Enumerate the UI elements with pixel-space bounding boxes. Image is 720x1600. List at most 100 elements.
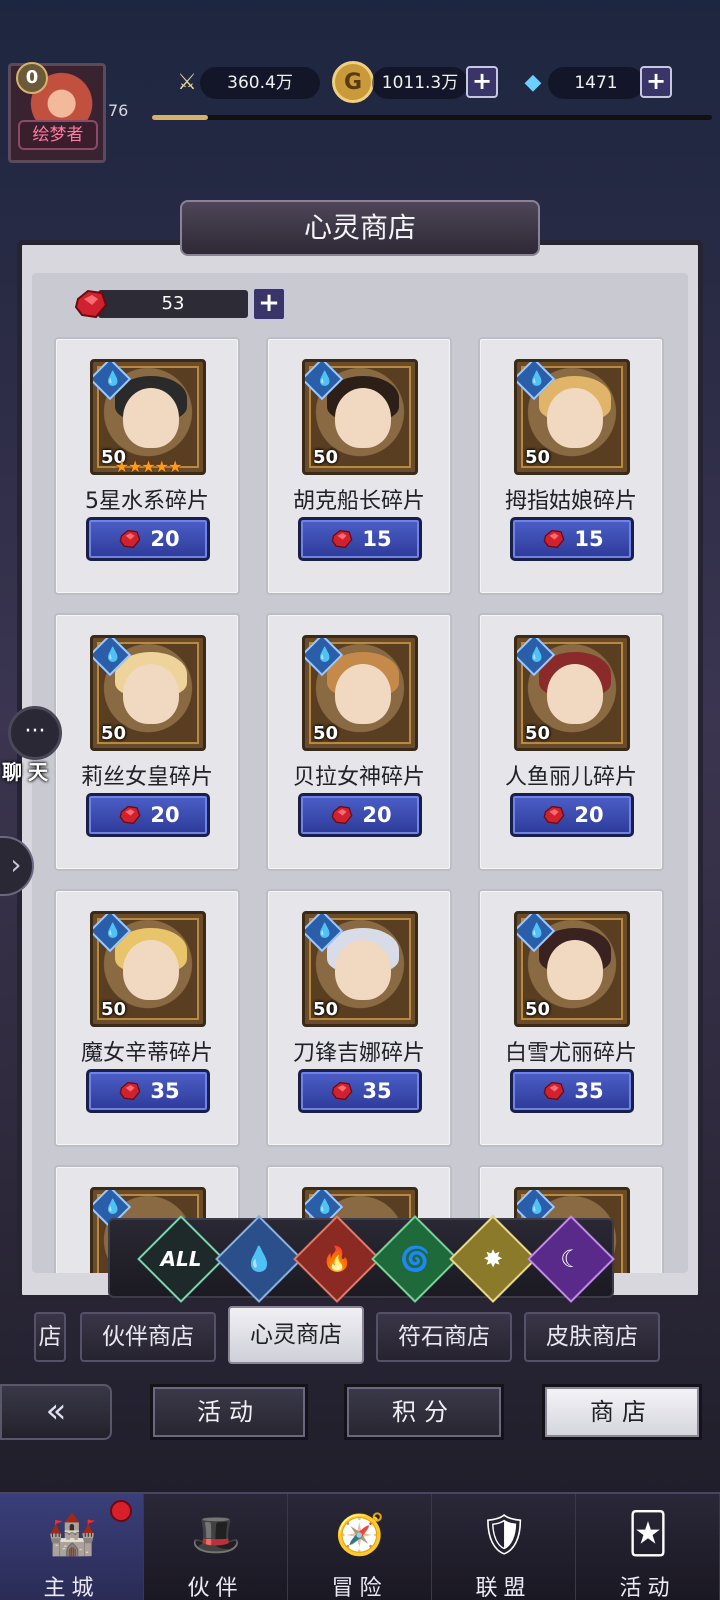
filter-all-button[interactable]: ALL: [137, 1215, 225, 1303]
nav-label: 主城: [43, 1576, 100, 1600]
item-price: 15: [362, 527, 392, 551]
shop-panel: 53 + 💧 50 ★★★★★ 5星水系碎片 20 💧 50 胡克船长碎片 15 💧 50 拇指姑娘碎…: [17, 240, 703, 1300]
red-crystal-icon: [119, 1081, 141, 1101]
red-crystal-icon: [331, 1081, 353, 1101]
tab-rune-shop[interactable]: 符石商店: [376, 1312, 512, 1362]
diamond-add-button[interactable]: +: [640, 66, 672, 98]
item-level: 50: [525, 723, 551, 744]
buy-button[interactable]: 35: [298, 1069, 422, 1113]
filter-wind-button[interactable]: 🌀: [371, 1215, 459, 1303]
item-level: 50: [313, 447, 339, 468]
shop-item-card[interactable]: 💧 50 人鱼丽儿碎片 20: [478, 613, 664, 871]
shop-item-card[interactable]: 💧 50 白雪尤丽碎片 35: [478, 889, 664, 1147]
nav-label: 联盟: [475, 1576, 532, 1600]
heart-currency-add-button[interactable]: +: [252, 287, 286, 321]
power-value: 360.4万: [200, 67, 320, 99]
hero-fragment-portrait: 💧 50: [514, 635, 630, 751]
hero-fragment-portrait: 💧 50: [90, 635, 206, 751]
player-level: 76: [108, 101, 129, 120]
nav-partners[interactable]: 🎩 伙伴: [144, 1494, 288, 1600]
player-title-badge[interactable]: 绘梦者: [18, 120, 98, 150]
filter-fire-button[interactable]: 🔥: [293, 1215, 381, 1303]
subnav-activity[interactable]: 活动: [150, 1384, 308, 1440]
red-crystal-icon: [331, 805, 353, 825]
buy-button[interactable]: 20: [298, 793, 422, 837]
item-level: 50: [525, 999, 551, 1020]
nav-adventure[interactable]: 🧭 冒险: [288, 1494, 432, 1600]
nav-label: 伙伴: [187, 1576, 244, 1600]
item-name: 魔女辛蒂碎片: [80, 1041, 213, 1066]
buy-button[interactable]: 15: [510, 517, 634, 561]
filter-light-button[interactable]: ✸: [449, 1215, 537, 1303]
hero-fragment-portrait: 💧 50 ★★★★★: [90, 359, 206, 475]
filter-label: ALL: [160, 1247, 202, 1271]
back-arrow-icon: «: [45, 1391, 67, 1431]
item-price: 35: [574, 1079, 604, 1103]
shop-item-card[interactable]: 💧 50 胡克船长碎片 15: [266, 337, 452, 595]
buy-button[interactable]: 20: [510, 793, 634, 837]
star-rating: ★★★★★: [114, 457, 183, 475]
shop-item-card[interactable]: 💧 50 拇指姑娘碎片 15: [478, 337, 664, 595]
heart-currency: 53 +: [72, 287, 302, 321]
shield-icon: 🛡: [478, 1511, 530, 1558]
buy-button[interactable]: 15: [298, 517, 422, 561]
filter-label: ☾: [560, 1245, 582, 1273]
item-level: 50: [101, 999, 127, 1020]
wizard-hat-icon: 🎩: [191, 1511, 241, 1558]
nav-activity[interactable]: 🃏 活动: [576, 1494, 720, 1600]
red-crystal-icon: [74, 289, 108, 319]
hero-fragment-portrait: 💧 50: [514, 911, 630, 1027]
buy-button[interactable]: 20: [86, 517, 210, 561]
tab-heart-shop[interactable]: 心灵商店: [228, 1306, 364, 1364]
tab-skin-shop[interactable]: 皮肤商店: [524, 1312, 660, 1362]
shop-item-card[interactable]: 💧 50 莉丝女皇碎片 20: [54, 613, 240, 871]
nav-main-city[interactable]: 🏰 主城: [0, 1494, 144, 1600]
vip-badge: 0: [16, 62, 48, 94]
item-name: 贝拉女神碎片: [292, 765, 425, 790]
item-name: 人鱼丽儿碎片: [504, 765, 637, 790]
item-price: 35: [150, 1079, 180, 1103]
filter-label: 🌀: [400, 1245, 430, 1273]
red-crystal-icon: [119, 529, 141, 549]
red-crystal-icon: [543, 529, 565, 549]
chat-label: 聊天: [2, 760, 54, 784]
nav-label: 活动: [619, 1576, 676, 1600]
filter-dark-button[interactable]: ☾: [527, 1215, 615, 1303]
filter-label: 🔥: [322, 1245, 352, 1273]
red-crystal-icon: [331, 529, 353, 549]
item-price: 20: [150, 527, 180, 551]
item-name: 白雪尤丽碎片: [504, 1041, 637, 1066]
item-name: 刀锋吉娜碎片: [292, 1041, 425, 1066]
back-button[interactable]: «: [0, 1384, 112, 1440]
shop-item-card[interactable]: 💧 50 刀锋吉娜碎片 35: [266, 889, 452, 1147]
red-crystal-icon: [119, 805, 141, 825]
exp-bar-fill: [152, 115, 208, 120]
tab-partner-shop[interactable]: 伙伴商店: [80, 1312, 216, 1362]
chevron-right-icon: ›: [10, 848, 22, 881]
subnav-points[interactable]: 积分: [344, 1384, 504, 1440]
hero-fragment-portrait: 💧 50: [302, 635, 418, 751]
buy-button[interactable]: 35: [86, 1069, 210, 1113]
filter-label: ✸: [482, 1245, 504, 1273]
filter-water-button[interactable]: 💧: [215, 1215, 303, 1303]
item-level: 50: [101, 723, 127, 744]
tab-previous-shop[interactable]: 店: [34, 1312, 66, 1362]
gold-add-button[interactable]: +: [466, 66, 498, 98]
castle-icon: 🏰: [47, 1511, 97, 1558]
item-price: 20: [574, 803, 604, 827]
subnav-shop[interactable]: 商店: [542, 1384, 702, 1440]
shop-item-card[interactable]: 💧 50 ★★★★★ 5星水系碎片 20: [54, 337, 240, 595]
buy-button[interactable]: 35: [510, 1069, 634, 1113]
diamond-value: 1471: [548, 67, 644, 99]
shop-item-card[interactable]: 💧 50 魔女辛蒂碎片 35: [54, 889, 240, 1147]
shop-item-card[interactable]: 💧 50 贝拉女神碎片 20: [266, 613, 452, 871]
chat-button[interactable]: ··· 聊天: [2, 706, 64, 784]
item-level: 50: [525, 447, 551, 468]
exp-bar: [152, 115, 712, 120]
nav-alliance[interactable]: 🛡 联盟: [432, 1494, 576, 1600]
buy-button[interactable]: 20: [86, 793, 210, 837]
gold-coin-icon: G: [332, 61, 374, 103]
top-bar: 0 76 ⚔ 360.4万 G 1011.3万 + ◆ 1471 +: [0, 45, 720, 163]
hero-fragment-portrait: 💧 50: [302, 359, 418, 475]
red-crystal-icon: [543, 1081, 565, 1101]
